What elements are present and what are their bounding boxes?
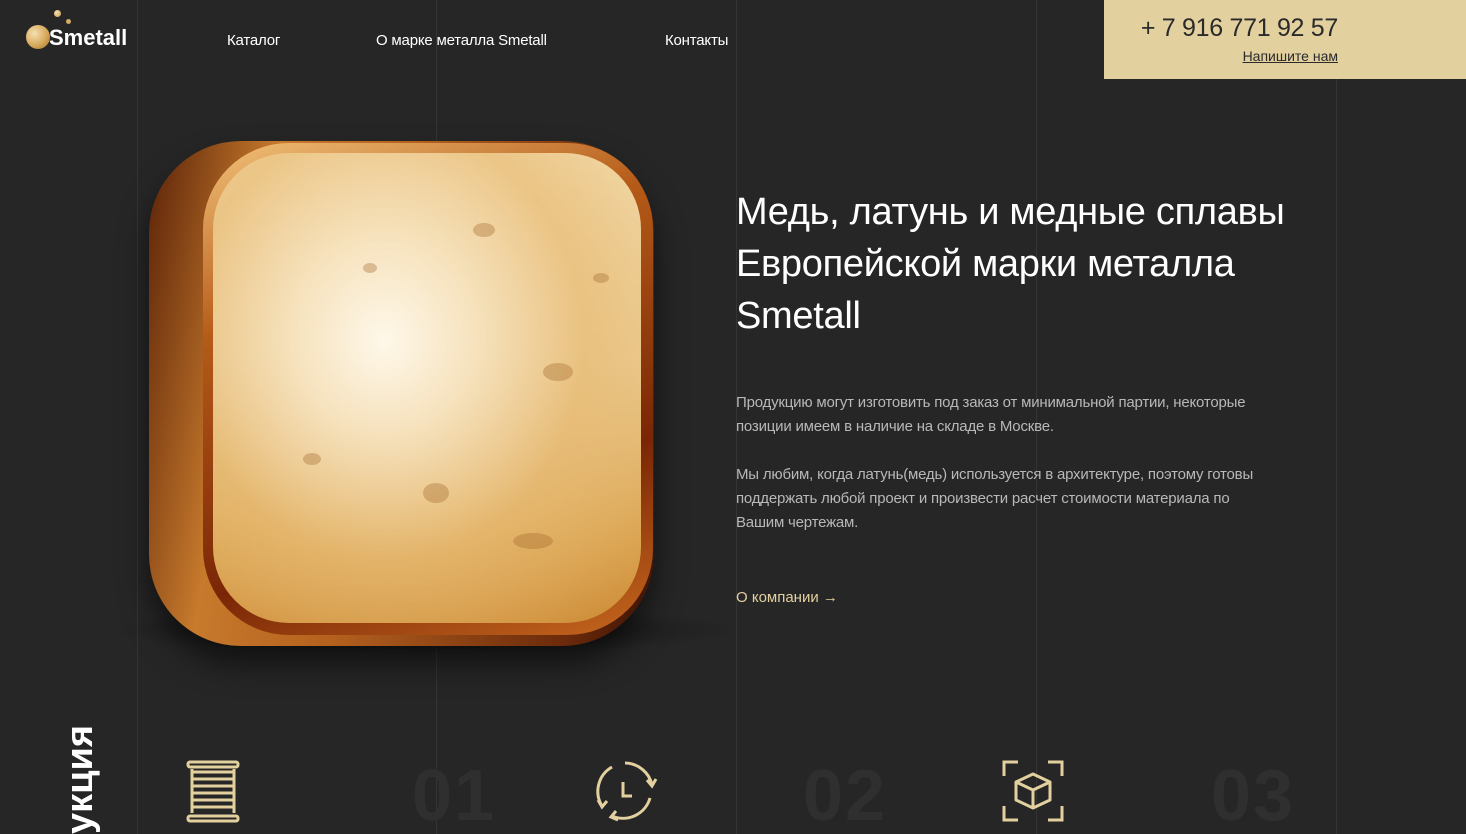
grid-line — [137, 0, 138, 834]
logo-sphere-icon — [26, 25, 50, 49]
section-vertical-label: укция — [60, 726, 100, 834]
feature-number: 03 — [1211, 756, 1296, 834]
write-us-link[interactable]: Напишите нам — [1243, 48, 1338, 64]
feature-number: 02 — [803, 756, 888, 834]
box-icon — [1002, 760, 1064, 822]
nav-item-about-brand[interactable]: О марке металла Smetall — [376, 32, 547, 49]
hero-copper-image — [105, 135, 745, 655]
contact-box: + 7 916 771 92 57 Напишите нам — [1104, 0, 1466, 79]
nav-item-contacts[interactable]: Контакты — [665, 32, 728, 49]
coil-icon — [186, 760, 240, 823]
phone-link[interactable]: + 7 916 771 92 57 — [1141, 14, 1338, 43]
clock-cycle-icon — [596, 761, 658, 822]
logo-dot-icon — [54, 10, 61, 17]
page: Smetall Каталог О марке металла Smetall … — [0, 0, 1466, 834]
logo-link[interactable]: Smetall — [24, 8, 144, 54]
hero-title: Медь, латунь и медные сплавы Европейской… — [736, 191, 1285, 337]
nav-item-catalog[interactable]: Каталог — [227, 32, 280, 49]
logo-text: Smetall — [49, 25, 128, 50]
hero-paragraph-architecture: Мы любим, когда латунь(медь) используетс… — [736, 466, 1254, 531]
logo-dot-icon — [66, 19, 71, 24]
grid-line — [1336, 0, 1337, 834]
feature-number: 01 — [412, 756, 497, 834]
hero-paragraph-stock: Продукцию могут изготовить под заказ от … — [736, 394, 1246, 435]
about-company-link[interactable]: О компании → — [736, 589, 838, 606]
